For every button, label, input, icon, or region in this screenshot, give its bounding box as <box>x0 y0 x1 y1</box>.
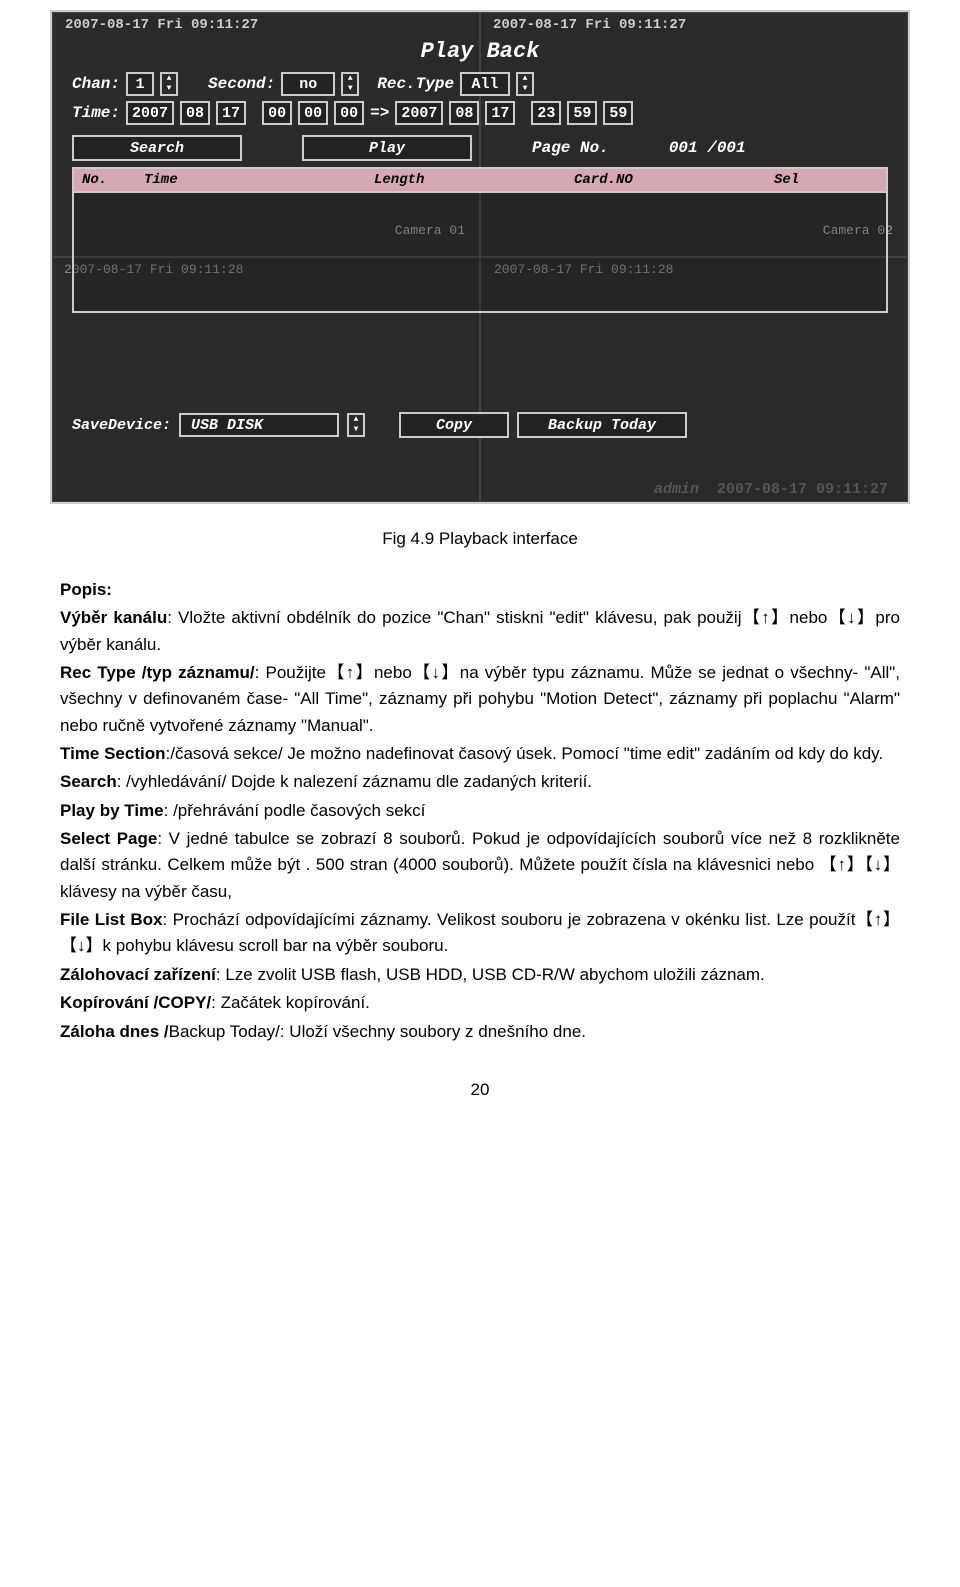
p6-text: : V jedné tabulce se zobrazí 8 souborů. … <box>60 829 900 901</box>
down-icon[interactable]: ▼ <box>343 84 357 94</box>
pageno-value: 001 /001 <box>669 139 746 157</box>
footer: admin 2007-08-17 09:11:27 <box>654 481 888 498</box>
th-length: Length <box>374 172 574 188</box>
page-number: 20 <box>0 1080 960 1100</box>
p10-text: Backup Today/: Uloží všechny soubory z d… <box>169 1022 586 1041</box>
time-label: Time: <box>72 104 120 122</box>
th-card: Card.NO <box>574 172 774 188</box>
table-header: No. Time Length Card.NO Sel <box>72 167 888 193</box>
time2-s[interactable]: 59 <box>603 101 633 125</box>
time2-h[interactable]: 23 <box>531 101 561 125</box>
p7-head: File List Box <box>60 910 162 929</box>
second-label: Second: <box>208 75 275 93</box>
time1-s[interactable]: 00 <box>334 101 364 125</box>
timestamp-tl: 2007-08-17 Fri 09:11:27 <box>65 17 258 33</box>
down-icon[interactable]: ▼ <box>349 425 363 435</box>
p4-text: : /vyhledávání/ Dojde k nalezení záznamu… <box>117 772 592 791</box>
down-icon[interactable]: ▼ <box>162 84 176 94</box>
pageno-label: Page No. <box>532 139 609 157</box>
p6-head: Select Page <box>60 829 157 848</box>
time1-h[interactable]: 00 <box>262 101 292 125</box>
search-button[interactable]: Search <box>72 135 242 161</box>
playback-screenshot: 2007-08-17 Fri 09:11:27 Camera 01 2007-0… <box>50 10 910 504</box>
up-icon[interactable]: ▲ <box>349 415 363 425</box>
copy-button[interactable]: Copy <box>399 412 509 438</box>
date2-year[interactable]: 2007 <box>395 101 443 125</box>
p2-head: Rec Type /typ záznamu/ <box>60 663 255 682</box>
p8-text: : Lze zvolit USB flash, USB HDD, USB CD-… <box>216 965 765 984</box>
date1-year[interactable]: 2007 <box>126 101 174 125</box>
p7-text: : Prochází odpovídajícími záznamy. Velik… <box>60 910 900 955</box>
p9-text: : Začátek kopírování. <box>211 993 370 1012</box>
row-channel: Chan: 1 ▲▼ Second: no ▲▼ Rec.Type All ▲▼ <box>72 72 888 96</box>
th-time: Time <box>144 172 374 188</box>
timestamp-tr: 2007-08-17 Fri 09:11:27 <box>493 17 686 33</box>
p1-head: Výběr kanálu <box>60 608 167 627</box>
second-spinner[interactable]: ▲▼ <box>341 72 359 96</box>
down-icon[interactable]: ▼ <box>518 84 532 94</box>
footer-admin: admin <box>654 481 699 498</box>
playback-overlay: Play Back Chan: 1 ▲▼ Second: no ▲▼ Rec.T… <box>72 37 888 313</box>
popis-heading: Popis: <box>60 580 112 599</box>
footer-ts: 2007-08-17 09:11:27 <box>717 481 888 498</box>
title: Play Back <box>72 39 888 64</box>
p3-head: Time Section <box>60 744 166 763</box>
chan-label: Chan: <box>72 75 120 93</box>
backup-today-button[interactable]: Backup Today <box>517 412 687 438</box>
p1-text: : Vložte aktivní obdélník do pozice "Cha… <box>60 608 900 653</box>
figure-caption: Fig 4.9 Playback interface <box>0 529 960 549</box>
row-savedevice: SaveDevice: USB DISK ▲▼ Copy Backup Toda… <box>72 412 888 438</box>
th-sel: Sel <box>774 172 886 188</box>
date2-month[interactable]: 08 <box>449 101 479 125</box>
table-body[interactable] <box>72 193 888 313</box>
p3-text: :/časová sekce/ Je možno nadefinovat čas… <box>166 744 884 763</box>
up-icon[interactable]: ▲ <box>343 74 357 84</box>
p4-head: Search <box>60 772 117 791</box>
savedevice-spinner[interactable]: ▲▼ <box>347 413 365 437</box>
rectype-spinner[interactable]: ▲▼ <box>516 72 534 96</box>
time1-m[interactable]: 00 <box>298 101 328 125</box>
date1-month[interactable]: 08 <box>180 101 210 125</box>
p10-head: Záloha dnes / <box>60 1022 169 1041</box>
p5-head: Play by Time <box>60 801 164 820</box>
chan-spinner[interactable]: ▲▼ <box>160 72 178 96</box>
arrow: => <box>370 104 389 122</box>
document-body: Popis: Výběr kanálu: Vložte aktivní obdé… <box>60 577 900 1045</box>
p8-head: Zálohovací zařízení <box>60 965 216 984</box>
rectype-label: Rec.Type <box>377 75 454 93</box>
th-no: No. <box>74 172 144 188</box>
time2-m[interactable]: 59 <box>567 101 597 125</box>
play-button[interactable]: Play <box>302 135 472 161</box>
row-time: Time: 2007 08 17 00 00 00 => 2007 08 17 … <box>72 101 888 125</box>
up-icon[interactable]: ▲ <box>162 74 176 84</box>
p5-text: : /přehrávání podle časových sekcí <box>164 801 426 820</box>
date1-day[interactable]: 17 <box>216 101 246 125</box>
savedevice-label: SaveDevice: <box>72 417 171 434</box>
p9-head: Kopírování /COPY/ <box>60 993 211 1012</box>
chan-field[interactable]: 1 <box>126 72 154 96</box>
second-field[interactable]: no <box>281 72 335 96</box>
rectype-field[interactable]: All <box>460 72 510 96</box>
up-icon[interactable]: ▲ <box>518 74 532 84</box>
savedevice-field[interactable]: USB DISK <box>179 413 339 437</box>
date2-day[interactable]: 17 <box>485 101 515 125</box>
row-buttons: Search Play Page No. 001 /001 <box>72 135 888 161</box>
